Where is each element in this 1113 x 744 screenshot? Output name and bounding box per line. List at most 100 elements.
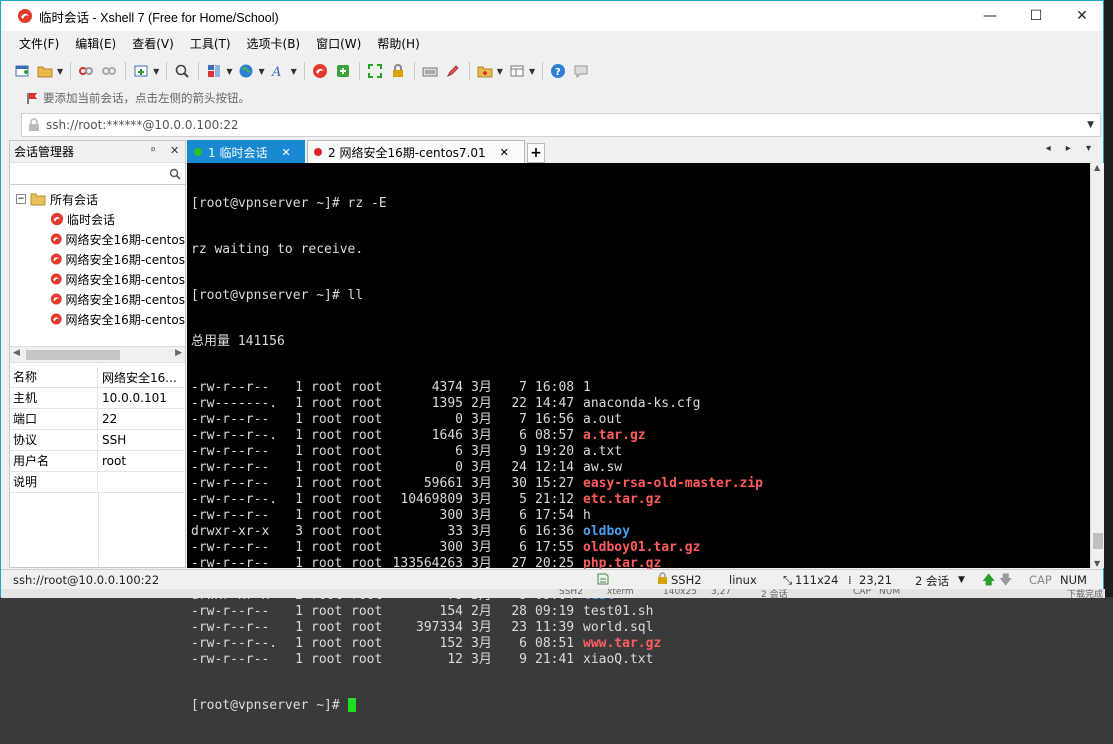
close-button[interactable]: ✕	[1059, 1, 1105, 31]
find-button[interactable]	[171, 60, 193, 82]
connect-button[interactable]	[75, 60, 97, 82]
maximize-button[interactable]: ☐	[1013, 1, 1059, 31]
chevron-down-icon[interactable]: ▼	[958, 575, 965, 585]
menu-tab[interactable]: 选项卡(B)	[239, 32, 309, 56]
chevron-down-icon[interactable]: ▼	[1087, 120, 1094, 130]
toolbar-divider	[166, 62, 168, 80]
search-icon	[176, 64, 190, 78]
file-permissions: -rw-r--r--	[191, 380, 270, 395]
chat-button[interactable]	[570, 60, 592, 82]
globe-button[interactable]	[235, 60, 257, 82]
minimize-button[interactable]: —	[967, 1, 1013, 31]
file-time: 15:27	[535, 476, 575, 491]
pin-icon[interactable]: ᵖ	[151, 144, 156, 157]
chevron-down-icon[interactable]: ▼	[57, 67, 63, 76]
file-time: 14:47	[535, 396, 575, 411]
toolbar: ▼ ▼ ▼ ▼ A ▼ ▼ ▼ ?	[1, 57, 1103, 85]
font-button[interactable]: A	[268, 60, 290, 82]
add-folder-button[interactable]	[474, 60, 496, 82]
xshell-button[interactable]	[309, 60, 331, 82]
chevron-down-icon[interactable]: ▼	[153, 67, 159, 76]
new-tab-button[interactable]	[130, 60, 152, 82]
file-row: -rw-r--r-- 1 root root 300 3月 6 17:54 h	[191, 508, 1090, 524]
transfer-icon[interactable]	[595, 571, 611, 587]
xftp-button[interactable]	[332, 60, 354, 82]
tree-item-label: 临时会话	[67, 212, 116, 227]
file-size: 0	[455, 460, 463, 475]
file-row: -rw-r--r--. 1 root root 10469809 3月 5 21:12 etc.…	[191, 492, 1090, 508]
file-name: world.sql	[583, 620, 654, 635]
tree-item-session[interactable]: 网络安全16期-centos	[10, 269, 185, 289]
layout-button[interactable]	[203, 60, 225, 82]
menu-help[interactable]: 帮助(H)	[369, 32, 427, 56]
fullscreen-button[interactable]	[364, 60, 386, 82]
file-month: 3月	[471, 444, 492, 459]
disconnect-button[interactable]	[98, 60, 120, 82]
close-icon[interactable]: ✕	[281, 146, 290, 159]
file-time: 08:57	[535, 428, 575, 443]
open-folder-button[interactable]	[34, 60, 56, 82]
chevron-down-icon[interactable]: ▼	[497, 67, 503, 76]
status-address: ssh://root@10.0.0.100:22	[13, 573, 160, 587]
menu-file[interactable]: 文件(F)	[11, 32, 67, 56]
chevron-down-icon[interactable]: ▼	[258, 67, 264, 76]
terminal-line: rz waiting to receive.	[191, 242, 364, 257]
menu-edit[interactable]: 编辑(E)	[67, 32, 124, 56]
tree-root[interactable]: − 所有会话	[10, 189, 185, 209]
menu-tools[interactable]: 工具(T)	[182, 32, 239, 56]
window-title: 临时会话 - Xshell 7 (Free for Home/School)	[39, 10, 279, 25]
chevron-down-icon[interactable]: ▼	[226, 67, 232, 76]
scroll-left-icon[interactable]: ◀	[13, 348, 20, 358]
file-owner: root	[311, 460, 343, 475]
scroll-right-icon[interactable]: ▶	[175, 348, 182, 358]
tree-item-session[interactable]: 网络安全16期-centos	[10, 289, 185, 309]
flag-arrow-icon[interactable]	[25, 91, 39, 105]
file-permissions: -rw-r--r--.	[191, 428, 278, 443]
menu-view[interactable]: 查看(V)	[124, 32, 182, 56]
property-key: 名称	[10, 366, 98, 388]
scroll-thumb[interactable]	[26, 350, 120, 360]
session-search-input[interactable]	[10, 163, 185, 185]
terminal[interactable]: [root@vpnserver ~]# rz -E rz waiting to …	[187, 163, 1090, 713]
tree-item-temp-session[interactable]: 临时会话	[10, 209, 185, 229]
file-name: xiaoQ.txt	[583, 652, 654, 667]
help-button[interactable]: ?	[547, 60, 569, 82]
file-month: 3月	[471, 620, 492, 635]
tab-centos-session[interactable]: 2 网络安全16期-centos7.01 ✕	[307, 140, 525, 163]
scroll-thumb[interactable]	[1093, 533, 1103, 549]
toolbar-divider	[413, 62, 415, 80]
menu-window[interactable]: 窗口(W)	[308, 32, 369, 56]
status-protocol: SSH2	[671, 573, 702, 587]
file-size: 152	[439, 636, 463, 651]
scroll-up-icon[interactable]: ▲	[1094, 163, 1100, 172]
keyboard-button[interactable]	[419, 60, 441, 82]
address-bar[interactable]: ssh://root:******@10.0.0.100:22 ▼	[21, 113, 1101, 137]
tree-item-session[interactable]: 网络安全16期-centos	[10, 249, 185, 269]
scroll-down-icon[interactable]: ▼	[1094, 559, 1100, 568]
file-links: 1	[295, 476, 303, 491]
chevron-down-icon[interactable]: ▼	[291, 67, 297, 76]
tree-item-session[interactable]: 网络安全16期-centos	[10, 309, 185, 329]
new-session-button[interactable]	[11, 60, 33, 82]
property-row: 用户名 root	[10, 450, 185, 472]
file-day: 6	[519, 636, 527, 651]
highlight-button[interactable]	[442, 60, 464, 82]
add-tab-button[interactable]: +	[527, 143, 545, 163]
close-icon[interactable]: ✕	[500, 146, 509, 159]
file-owner: root	[311, 652, 343, 667]
lock-button[interactable]	[387, 60, 409, 82]
file-permissions: -rw-r--r--	[191, 604, 270, 619]
file-row: -rw-------. 1 root root 1395 2月 22 14:47 anacond…	[191, 396, 1090, 412]
xshell-session-icon	[50, 313, 62, 325]
horizontal-scrollbar[interactable]: ◀ ▶	[10, 346, 185, 363]
tab-navigation[interactable]: ◂ ▸ ▾	[1046, 143, 1097, 154]
collapse-icon[interactable]: −	[16, 194, 26, 204]
file-owner: root	[311, 396, 343, 411]
close-icon: ✕	[1076, 8, 1088, 24]
tab-temp-session[interactable]: 1 临时会话 ✕	[187, 140, 305, 163]
close-icon[interactable]: ✕	[170, 144, 179, 157]
chevron-down-icon[interactable]: ▼	[529, 67, 535, 76]
tree-item-session[interactable]: 网络安全16期-centos	[10, 229, 185, 249]
terminal-scrollbar[interactable]: ▲ ▼	[1090, 163, 1104, 568]
panel-button[interactable]	[506, 60, 528, 82]
